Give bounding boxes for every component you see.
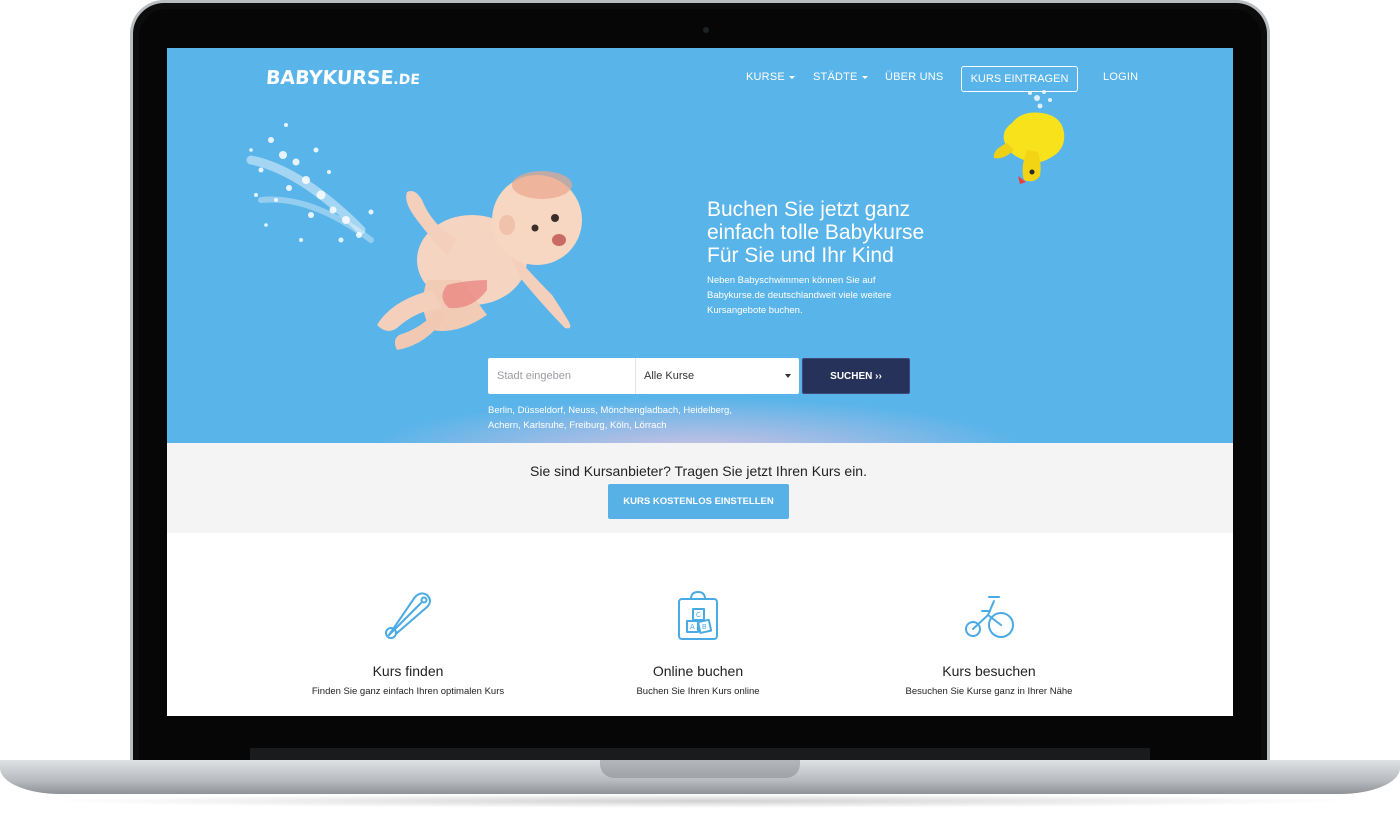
hero-headline: Buchen Sie jetzt ganz einfach tolle Baby… xyxy=(707,198,987,267)
headline-line: Buchen Sie jetzt ganz xyxy=(707,198,911,221)
svg-text:C: C xyxy=(696,612,701,619)
website-screen: BABYKURSE.DE KURSE STÄDTE ÜBER UNS KURS … xyxy=(167,48,1233,716)
subline-line: Neben Babyschwimmen können Sie auf xyxy=(707,275,876,286)
laptop-hinge xyxy=(250,748,1150,760)
feature-text: Finden Sie ganz einfach Ihren optimalen … xyxy=(311,686,505,697)
features-section: Kurs finden Finden Sie ganz einfach Ihre… xyxy=(167,533,1233,716)
feature-text: Buchen Sie Ihren Kurs online xyxy=(636,686,760,697)
login-label: LOGIN xyxy=(1103,71,1139,83)
subline-line: Kursangebote buchen. xyxy=(707,305,803,316)
feature-title: Kurs besuchen xyxy=(942,663,1036,679)
caret-down-icon xyxy=(785,374,791,378)
hero-subline: Neben Babyschwimmen können Sie auf Babyk… xyxy=(707,273,937,318)
provider-text: Sie sind Kursanbieter? Tragen Sie jetzt … xyxy=(530,463,867,479)
login-link[interactable]: LOGIN xyxy=(1103,71,1138,83)
feature-title: Online buchen xyxy=(652,663,744,679)
hero-section: BABYKURSE.DE KURSE STÄDTE ÜBER UNS KURS … xyxy=(167,48,1233,443)
nav-item-staedte[interactable]: STÄDTE xyxy=(813,71,868,83)
feature-title: Kurs finden xyxy=(372,663,444,679)
course-select[interactable]: Alle Kurse xyxy=(635,358,799,394)
laptop-mockup: BABYKURSE.DE KURSE STÄDTE ÜBER UNS KURS … xyxy=(0,0,1400,818)
search-button[interactable]: SUCHEN ›› xyxy=(802,358,910,394)
feature-kurs-finden: Kurs finden Finden Sie ganz einfach Ihre… xyxy=(258,589,558,697)
search-button-label: SUCHEN ›› xyxy=(830,370,882,382)
svg-text:B: B xyxy=(702,624,707,631)
caret-down-icon xyxy=(788,75,795,79)
city-links-line[interactable]: Berlin, Düsseldorf, Neuss, Mönchengladba… xyxy=(488,403,758,418)
nav-item-label: STÄDTE xyxy=(813,71,858,83)
swimming-baby-graphic xyxy=(377,171,582,350)
headline-line: Für Sie und Ihr Kind xyxy=(707,244,894,267)
blocks-bag-icon: CA B xyxy=(678,591,718,640)
subline-line: Babykurse.de deutschlandweit viele weite… xyxy=(707,290,892,301)
caret-down-icon xyxy=(861,75,868,79)
safety-pin-icon xyxy=(385,592,431,639)
city-links[interactable]: Berlin, Düsseldorf, Neuss, Mönchengladba… xyxy=(488,403,758,433)
kurs-eintragen-button[interactable]: KURS EINTRAGEN xyxy=(961,66,1078,92)
nav-item-ueber-uns[interactable]: ÜBER UNS xyxy=(885,71,943,83)
nav-item-kurse[interactable]: KURSE xyxy=(746,71,795,83)
feature-kurs-besuchen: Kurs besuchen Besuchen Sie Kurse ganz in… xyxy=(839,589,1139,697)
kurs-kostenlos-einstellen-button[interactable]: KURS KOSTENLOS EINSTELLEN xyxy=(608,484,789,519)
feature-online-buchen: CAB Online buchen Buchen Sie Ihren Kurs … xyxy=(548,589,848,697)
feature-text: Besuchen Sie Kurse ganz in Ihrer Nähe xyxy=(905,686,1073,697)
nav-item-label: ÜBER UNS xyxy=(885,71,944,83)
course-select-value: Alle Kurse xyxy=(644,370,695,382)
headline-line: einfach tolle Babykurse xyxy=(707,221,925,244)
provider-section: Sie sind Kursanbieter? Tragen Sie jetzt … xyxy=(167,443,1233,533)
provider-button-label: KURS KOSTENLOS EINSTELLEN xyxy=(623,496,774,507)
city-search-input[interactable] xyxy=(488,358,635,394)
top-navigation: KURSE STÄDTE ÜBER UNS KURS EINTRAGEN LOG… xyxy=(167,66,1233,92)
laptop-notch xyxy=(600,760,800,778)
tricycle-icon xyxy=(965,596,1014,638)
kurs-eintragen-label: KURS EINTRAGEN xyxy=(970,73,1069,85)
city-links-line[interactable]: Achern, Karlsruhe, Freiburg, Köln, Lörra… xyxy=(488,418,758,433)
camera-dot xyxy=(703,27,709,33)
nav-item-label: KURSE xyxy=(746,71,785,83)
rubber-duck-graphic xyxy=(993,90,1065,184)
svg-text:A: A xyxy=(690,624,695,631)
laptop-shadow xyxy=(40,794,1360,808)
